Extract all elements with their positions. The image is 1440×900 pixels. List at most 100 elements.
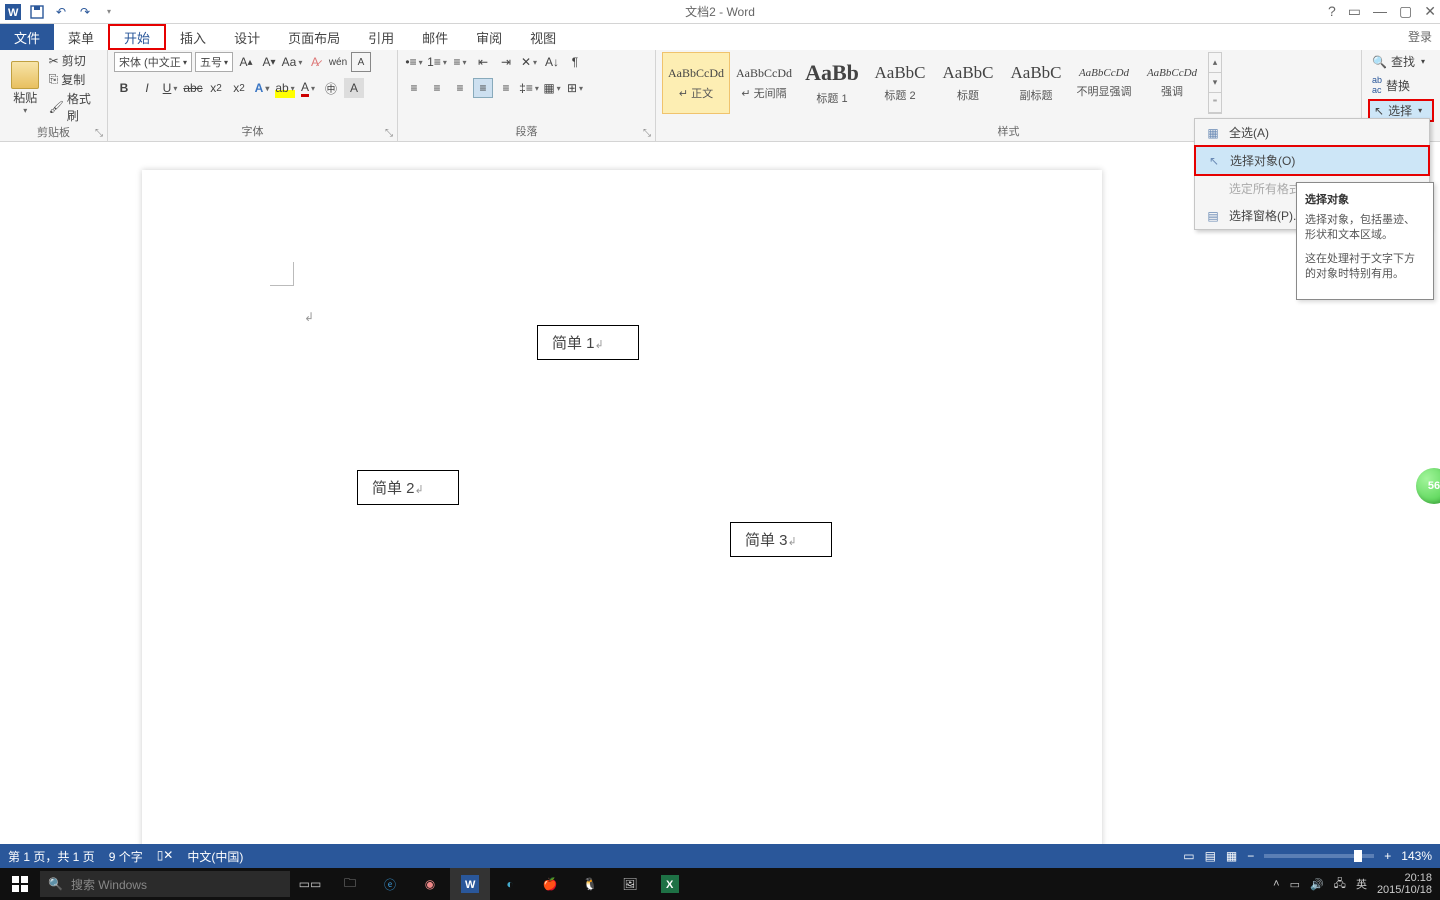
style-item[interactable]: AaBbCcDd不明显强调 (1070, 52, 1138, 114)
status-page[interactable]: 第 1 页，共 1 页 (8, 848, 95, 865)
zoom-slider-thumb[interactable] (1354, 850, 1362, 862)
tab-references[interactable]: 引用 (354, 24, 408, 50)
character-shading-button[interactable]: A (344, 78, 364, 98)
bold-button[interactable]: B (114, 78, 134, 98)
tray-action-center-icon[interactable]: ▭ (1290, 878, 1300, 891)
format-painter-button[interactable]: 🖌格式刷 (49, 90, 101, 124)
font-size-combo[interactable]: 五号▾ (195, 52, 233, 72)
taskbar-app-3[interactable]: 🍎 (530, 868, 570, 900)
style-item[interactable]: AaBbCcDd强调 (1138, 52, 1206, 114)
zoom-in-button[interactable]: + (1384, 849, 1391, 863)
task-view-button[interactable]: ▭▭ (290, 868, 330, 900)
tab-layout[interactable]: 页面布局 (274, 24, 354, 50)
taskbar-app-1[interactable]: ◉ (410, 868, 450, 900)
asian-layout-button[interactable]: ✕ (519, 52, 539, 72)
textbox-3[interactable]: 简单 3↲ (730, 522, 832, 557)
save-icon[interactable] (28, 3, 46, 21)
shrink-font-button[interactable]: A▾ (259, 52, 279, 72)
view-print-layout[interactable]: ▤ (1205, 849, 1216, 863)
style-item[interactable]: AaBbC标题 (934, 52, 1002, 114)
tray-ime[interactable]: 英 (1356, 876, 1367, 892)
show-marks-button[interactable]: ¶ (565, 52, 585, 72)
document-area[interactable]: ↲ 简单 1↲ 简单 2↲ 简单 3↲ (0, 142, 1440, 844)
subscript-button[interactable]: x2 (206, 78, 226, 98)
status-language[interactable]: 中文(中国) (187, 848, 243, 865)
tab-view[interactable]: 视图 (516, 24, 570, 50)
align-right-button[interactable]: ≡ (450, 78, 470, 98)
clipboard-launcher[interactable]: ⤡ (95, 128, 103, 139)
taskbar-file-explorer[interactable]: 🗀 (330, 868, 370, 900)
distributed-button[interactable]: ≡ (496, 78, 516, 98)
menu-select-objects[interactable]: ↖选择对象(O) (1194, 145, 1430, 176)
clear-formatting-button[interactable]: A̷ (305, 52, 325, 72)
bullets-button[interactable]: •≡ (404, 52, 424, 72)
phonetic-guide-button[interactable]: wén (328, 52, 348, 72)
underline-button[interactable]: U (160, 78, 180, 98)
qat-dropdown-icon[interactable]: ▾ (100, 3, 118, 21)
font-color-button[interactable]: A (298, 78, 318, 98)
increase-indent-button[interactable]: ⇥ (496, 52, 516, 72)
style-item[interactable]: AaBbC标题 2 (866, 52, 934, 114)
copy-button[interactable]: ⎘复制 (49, 71, 101, 88)
close-button[interactable]: ✕ (1424, 3, 1436, 20)
taskbar-word[interactable]: W (450, 868, 490, 900)
start-button[interactable] (0, 868, 40, 900)
character-border-button[interactable]: A (351, 52, 371, 72)
italic-button[interactable]: I (137, 78, 157, 98)
change-case-button[interactable]: Aa (282, 52, 302, 72)
styles-gallery[interactable]: AaBbCcDd↵ 正文AaBbCcDd↵ 无间隔AaBb标题 1AaBbC标题… (662, 52, 1355, 123)
style-item[interactable]: AaBbCcDd↵ 正文 (662, 52, 730, 114)
text-effects-button[interactable]: A (252, 78, 272, 98)
tab-mailings[interactable]: 邮件 (408, 24, 462, 50)
align-left-button[interactable]: ≡ (404, 78, 424, 98)
paste-button[interactable]: 粘贴 ▾ (6, 52, 45, 124)
taskbar-edge[interactable]: ⓔ (370, 868, 410, 900)
maximize-button[interactable]: ▢ (1399, 3, 1412, 20)
zoom-slider[interactable] (1264, 854, 1374, 858)
style-item[interactable]: AaBbC副标题 (1002, 52, 1070, 114)
tab-insert[interactable]: 插入 (166, 24, 220, 50)
font-name-combo[interactable]: 宋体 (中文正▾ (114, 52, 192, 72)
justify-button[interactable]: ≡ (473, 78, 493, 98)
enclose-characters-button[interactable]: ㊥ (321, 78, 341, 98)
style-item[interactable]: AaBbCcDd↵ 无间隔 (730, 52, 798, 114)
taskbar-app-4[interactable]: 🐧 (570, 868, 610, 900)
strikethrough-button[interactable]: abc (183, 78, 203, 98)
tab-review[interactable]: 审阅 (462, 24, 516, 50)
style-item[interactable]: AaBb标题 1 (798, 52, 866, 114)
tray-volume-icon[interactable]: 🔊 (1310, 878, 1324, 891)
minimize-button[interactable]: — (1373, 3, 1387, 20)
ribbon-display-options[interactable]: ▭ (1348, 3, 1361, 20)
tab-menu[interactable]: 菜单 (54, 24, 108, 50)
grow-font-button[interactable]: A▴ (236, 52, 256, 72)
textbox-2[interactable]: 简单 2↲ (357, 470, 459, 505)
tray-clock[interactable]: 20:18 2015/10/18 (1377, 872, 1432, 896)
paragraph-launcher[interactable]: ⤡ (643, 128, 651, 139)
zoom-out-button[interactable]: − (1247, 849, 1254, 863)
login-link[interactable]: 登录 (1408, 28, 1432, 45)
decrease-indent-button[interactable]: ⇤ (473, 52, 493, 72)
shading-button[interactable]: ▦ (542, 78, 562, 98)
view-read-mode[interactable]: ▭ (1183, 849, 1194, 863)
numbering-button[interactable]: 1≡ (427, 52, 447, 72)
tray-show-hidden-icon[interactable]: ˄ (1273, 878, 1279, 890)
tab-design[interactable]: 设计 (220, 24, 274, 50)
align-center-button[interactable]: ≡ (427, 78, 447, 98)
font-launcher[interactable]: ⤡ (385, 128, 393, 139)
textbox-1[interactable]: 简单 1↲ (537, 325, 639, 360)
taskbar-excel[interactable]: X (650, 868, 690, 900)
tab-file[interactable]: 文件 (0, 24, 54, 50)
borders-button[interactable]: ⊞ (565, 78, 585, 98)
zoom-level[interactable]: 143% (1401, 849, 1432, 863)
styles-scroll[interactable]: ▴▾⁼ (1208, 52, 1222, 114)
highlight-button[interactable]: ab (275, 78, 295, 98)
find-button[interactable]: 🔍查找▾ (1368, 52, 1434, 71)
superscript-button[interactable]: x2 (229, 78, 249, 98)
status-word-count[interactable]: 9 个字 (109, 848, 143, 865)
view-web-layout[interactable]: ▦ (1226, 849, 1237, 863)
undo-icon[interactable]: ↶ (52, 3, 70, 21)
replace-button[interactable]: abac替换 (1368, 74, 1434, 96)
help-button[interactable]: ? (1328, 3, 1336, 20)
page[interactable]: ↲ 简单 1↲ 简单 2↲ 简单 3↲ (142, 170, 1102, 844)
tray-network-icon[interactable]: 🖧 (1334, 875, 1346, 894)
